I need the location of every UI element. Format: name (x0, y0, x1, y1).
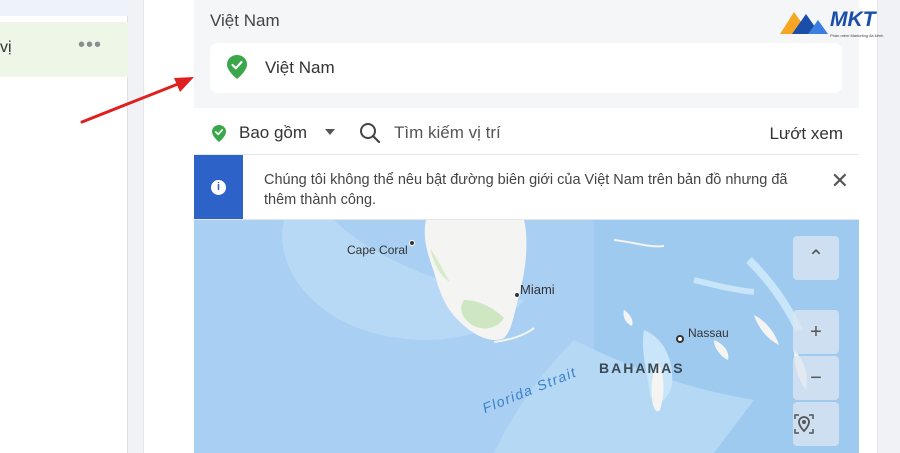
country-section-title: Việt Nam (210, 11, 280, 30)
map-collapse-button[interactable]: ⌃ (793, 236, 839, 280)
search-icon (360, 123, 381, 144)
my-location-button[interactable] (793, 402, 839, 446)
locate-icon (794, 414, 814, 434)
chevron-down-icon[interactable] (325, 129, 335, 135)
include-pin-icon (212, 125, 226, 142)
left-sidebar: vị ••• (0, 0, 128, 453)
map-label-miami: Miami (520, 282, 555, 297)
map-view[interactable]: Cape Coral Miami Nassau BAHAMAS Florida … (194, 220, 859, 453)
map-canvas (194, 220, 859, 453)
map-label-cape-coral: Cape Coral (347, 243, 408, 257)
city-marker-miami (514, 292, 520, 298)
info-icon: i (211, 180, 226, 195)
map-label-bahamas: BAHAMAS (599, 360, 685, 376)
map-label-nassau: Nassau (688, 326, 729, 340)
location-pin-icon (227, 55, 247, 79)
banner-message: Chúng tôi không thể nêu bật đường biên g… (264, 172, 788, 208)
zoom-in-button[interactable]: + (793, 310, 839, 354)
zoom-out-button[interactable]: − (793, 356, 839, 400)
sidebar-item[interactable]: vị ••• (0, 22, 128, 77)
mkt-logo-icon (780, 12, 828, 34)
location-search-input[interactable]: Tìm kiếm vị trí (394, 123, 501, 143)
brand-logo: MKT Phần mềm Marketing đa kênh (778, 6, 896, 40)
more-options-icon[interactable]: ••• (78, 34, 102, 57)
location-search-row: Bao gồm Tìm kiếm vị trí Lướt xem (194, 108, 859, 154)
selected-location-chip[interactable]: Việt Nam (210, 43, 842, 93)
sidebar-top-strip (0, 0, 128, 16)
banner-accent: i (194, 155, 243, 219)
selected-location-label: Việt Nam (265, 58, 335, 77)
brand-name: MKT (830, 8, 876, 31)
info-banner: i Chúng tôi không thể nêu bật đường biên… (194, 154, 859, 220)
brand-tagline: Phần mềm Marketing đa kênh (830, 33, 884, 38)
city-marker-cape-coral (409, 240, 415, 246)
screenshot: vị ••• Việt Nam Việt Nam Bao gồm Tìm kiế… (0, 0, 900, 453)
city-marker-nassau (676, 335, 684, 343)
browse-link[interactable]: Lướt xem (769, 124, 843, 144)
annotation-arrow-icon (80, 77, 194, 124)
close-icon[interactable]: ✕ (831, 169, 849, 193)
include-dropdown[interactable]: Bao gồm (239, 123, 307, 143)
sidebar-item-label: vị (0, 39, 12, 56)
